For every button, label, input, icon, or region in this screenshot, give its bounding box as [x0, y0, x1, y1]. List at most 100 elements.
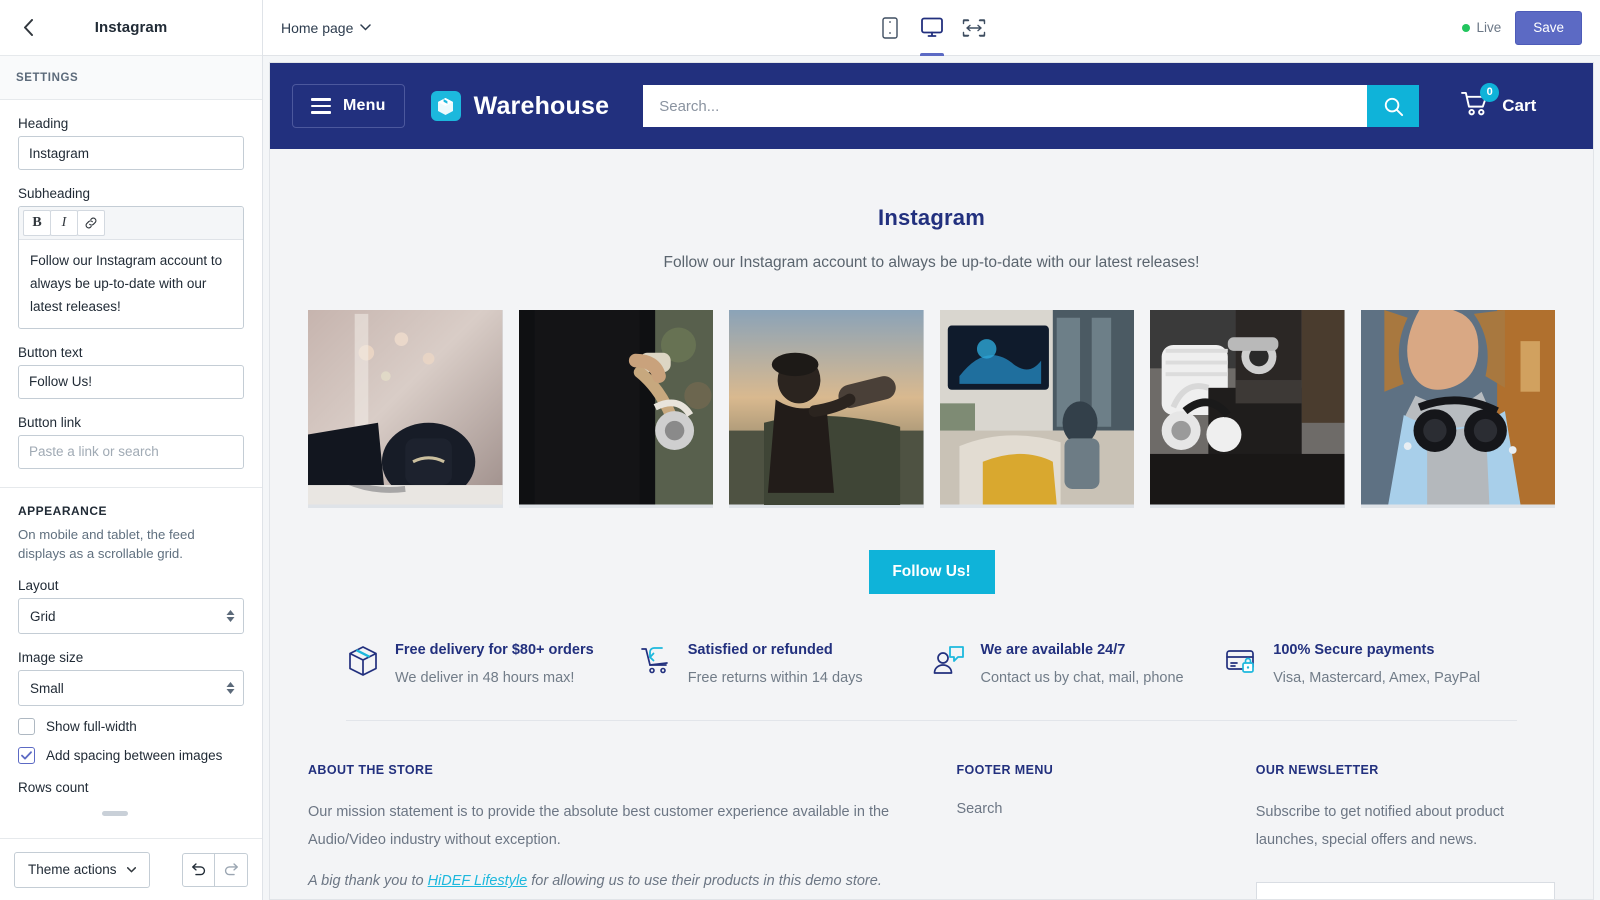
add-spacing-checkbox[interactable]: [18, 747, 35, 765]
layout-field-label: Layout: [18, 578, 59, 594]
device-desktop-button[interactable]: [913, 0, 951, 56]
feature-title: Free delivery for $80+ orders: [395, 642, 594, 658]
settings-section-label: SETTINGS: [0, 56, 262, 100]
device-full-width-button[interactable]: [955, 0, 993, 56]
show-full-width-label: Show full-width: [46, 719, 137, 735]
feature-item: 100% Secure payments Visa, Mastercard, A…: [1224, 642, 1517, 686]
cart-label: Cart: [1502, 96, 1537, 115]
device-preview-group: [871, 0, 993, 56]
subheading-field-label: Subheading: [18, 186, 91, 201]
feature-title: We are available 24/7: [980, 642, 1126, 658]
rows-count-slider[interactable]: [18, 809, 244, 819]
settings-sidebar: Instagram SETTINGS Heading Subheading B …: [0, 0, 263, 900]
rte-toolbar: B I: [19, 207, 243, 240]
instagram-heading: Instagram: [878, 205, 985, 230]
store-brand[interactable]: Warehouse: [430, 91, 610, 121]
device-mobile-button[interactable]: [871, 0, 909, 56]
italic-button[interactable]: I: [50, 210, 78, 236]
save-button[interactable]: Save: [1515, 10, 1582, 45]
instagram-image[interactable]: [308, 310, 503, 508]
heading-input[interactable]: [18, 136, 244, 170]
feature-title: Satisfied or refunded: [687, 642, 833, 658]
feature-desc: Free returns within 14 days: [687, 670, 863, 686]
warehouse-box-icon: [430, 91, 461, 121]
footer-newsletter-column: OUR NEWSLETTER Subscribe to get notified…: [1255, 763, 1555, 899]
support-chat-icon: [932, 644, 966, 678]
image-size-select[interactable]: Small: [18, 670, 244, 707]
sidebar-scroll-area[interactable]: Heading Subheading B I Foll: [0, 100, 262, 838]
show-full-width-row[interactable]: Show full-width: [18, 718, 244, 736]
theme-actions-button[interactable]: Theme actions: [14, 851, 150, 888]
footer-about-column: ABOUT THE STORE Our mission statement is…: [308, 763, 956, 899]
settings-block: Heading Subheading B I Foll: [0, 100, 262, 487]
subheading-rich-text-editor[interactable]: B I Follow our Instagram account to alwa…: [18, 206, 244, 329]
box-icon: [438, 97, 454, 115]
button-link-field-label: Button link: [18, 414, 82, 430]
image-thumbnail-6: [1360, 310, 1555, 505]
feature-desc: We deliver in 48 hours max!: [395, 670, 575, 686]
hidef-lifestyle-link[interactable]: HiDEF Lifestyle: [428, 873, 528, 889]
chevron-down-icon: [226, 617, 235, 623]
store-menu-button[interactable]: Menu: [292, 84, 405, 128]
feature-item: Free delivery for $80+ orders We deliver…: [346, 642, 639, 686]
image-thumbnail-2: [518, 310, 713, 505]
instagram-image[interactable]: [1360, 310, 1555, 508]
instagram-follow-button[interactable]: Follow Us!: [868, 550, 995, 594]
store-features-row: Free delivery for $80+ orders We deliver…: [346, 594, 1517, 721]
redo-button[interactable]: [215, 852, 248, 887]
store-cart[interactable]: 0 Cart: [1461, 82, 1537, 122]
instagram-subheading: Follow our Instagram account to always b…: [663, 254, 1200, 271]
button-link-input[interactable]: [18, 434, 244, 469]
theme-editor-app: Instagram SETTINGS Heading Subheading B …: [0, 0, 1600, 900]
footer-credit-pre: A big thank you to: [308, 873, 428, 890]
secure-card-icon: [1224, 644, 1258, 678]
chevron-down-icon: [360, 24, 372, 31]
history-button-group: [182, 852, 248, 887]
image-thumbnail-5: [1150, 310, 1345, 505]
cart-count-badge: 0: [1480, 82, 1500, 102]
instagram-image[interactable]: [729, 310, 924, 508]
footer-credit-post: for allowing us to use their products in…: [527, 873, 882, 890]
image-thumbnail-3: [729, 310, 924, 505]
instagram-image[interactable]: [939, 310, 1134, 508]
footer-newsletter-desc: Subscribe to get notified about product …: [1255, 804, 1504, 848]
store-search-submit[interactable]: [1367, 85, 1420, 127]
layout-select-wrap: Grid: [18, 598, 244, 635]
hamburger-icon: [311, 98, 331, 114]
sidebar-title: Instagram: [94, 19, 168, 36]
link-icon: [85, 217, 97, 229]
page-selector[interactable]: Home page: [263, 20, 381, 36]
footer-about-text: Our mission statement is to provide the …: [308, 804, 890, 848]
store-footer: ABOUT THE STORE Our mission statement is…: [270, 721, 1593, 899]
newsletter-email-input[interactable]: [1255, 882, 1555, 899]
show-full-width-checkbox[interactable]: [18, 718, 35, 736]
button-text-input[interactable]: [18, 364, 244, 399]
select-stepper-arrows: [226, 682, 235, 695]
store-search: [643, 85, 1420, 127]
cart-return-icon: [639, 644, 673, 678]
layout-select[interactable]: Grid: [18, 598, 244, 635]
footer-menu-item-search[interactable]: Search: [956, 801, 1255, 817]
bold-button[interactable]: B: [23, 210, 51, 236]
store-search-input[interactable]: [643, 85, 1368, 127]
appearance-title: APPEARANCE: [18, 503, 108, 518]
live-status-label: Live: [1476, 20, 1502, 35]
image-thumbnail-4: [939, 310, 1134, 505]
preview-viewport: Menu Warehouse Search... 0 Cart Instagra…: [263, 56, 1600, 900]
undo-button[interactable]: [182, 852, 215, 887]
instagram-image[interactable]: [518, 310, 713, 508]
page-selector-label: Home page: [281, 19, 354, 36]
live-status-badge: Live: [1462, 20, 1501, 35]
instagram-image[interactable]: [1150, 310, 1345, 508]
cart-icon-wrap: 0: [1461, 82, 1500, 122]
subheading-text[interactable]: Follow our Instagram account to always b…: [19, 240, 243, 328]
full-width-icon: [962, 18, 985, 37]
main-area: Home page Live Save Menu Warehouse Searc…: [263, 0, 1600, 900]
add-spacing-row[interactable]: Add spacing between images: [18, 747, 244, 765]
theme-actions-label: Theme actions: [28, 862, 117, 877]
add-spacing-label: Add spacing between images: [46, 748, 223, 764]
rows-count-field-label: Rows count: [18, 780, 89, 796]
footer-newsletter-title: OUR NEWSLETTER: [1255, 763, 1379, 777]
link-button[interactable]: [77, 210, 105, 236]
store-brand-name: Warehouse: [473, 91, 610, 120]
